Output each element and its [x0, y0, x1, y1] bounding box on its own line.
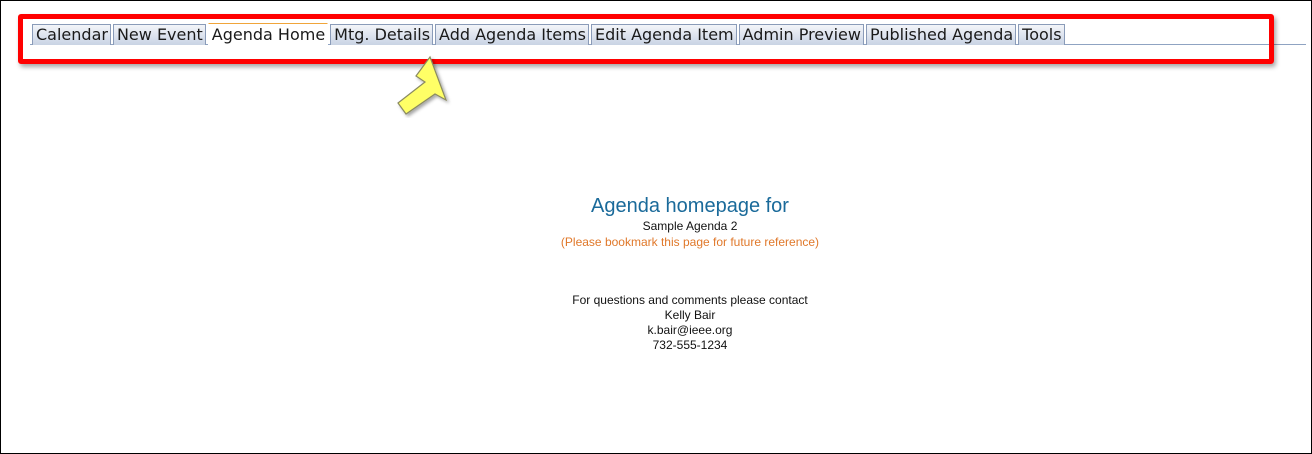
page-title: Agenda homepage for — [591, 195, 789, 217]
contact-email: k.bair@ieee.org — [647, 323, 733, 337]
contact-intro: For questions and comments please contac… — [572, 293, 808, 307]
contact-block: For questions and comments please contac… — [360, 293, 1020, 353]
bookmark-note: (Please bookmark this page for future re… — [560, 235, 820, 249]
contact-phone: 732-555-1234 — [652, 338, 728, 352]
yellow-arrow-icon — [397, 55, 448, 115]
agenda-name: Sample Agenda 2 — [642, 219, 738, 233]
contact-name: Kelly Bair — [664, 308, 716, 322]
red-highlight-box — [18, 14, 1274, 64]
agenda-home-content: Agenda homepage for Sample Agenda 2 (Ple… — [360, 194, 1020, 353]
